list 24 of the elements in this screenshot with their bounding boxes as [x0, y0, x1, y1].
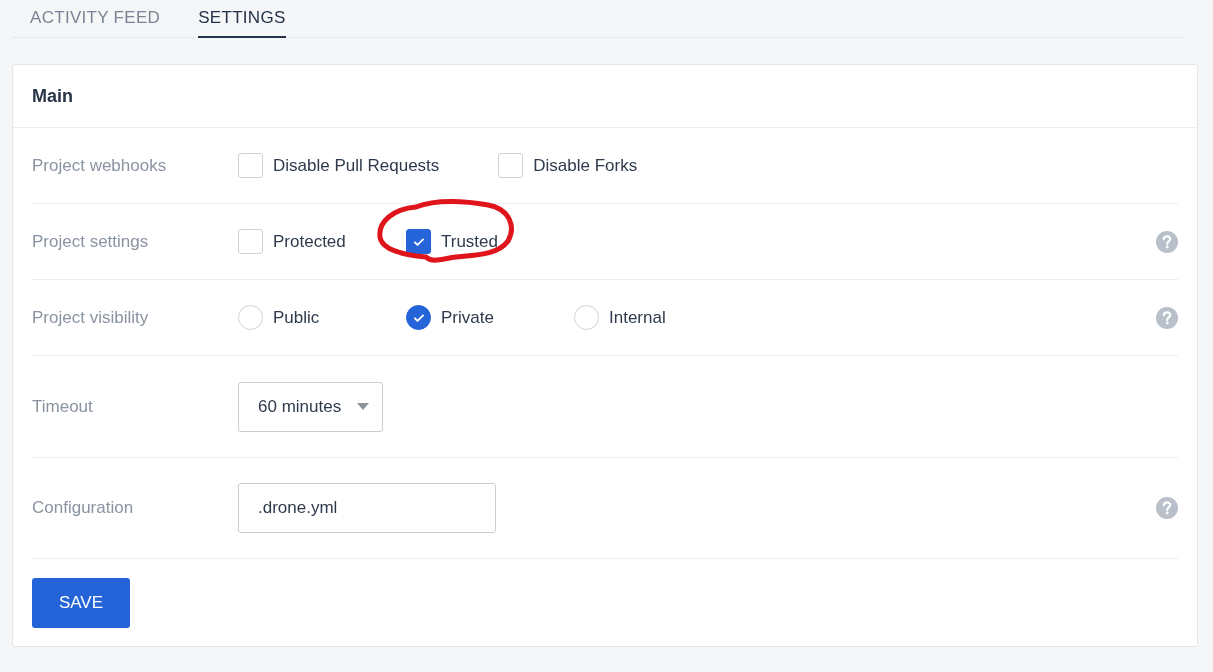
option-label: Disable Forks [533, 154, 638, 177]
option-label: Public [273, 306, 320, 329]
option-label: Disable Pull Requests [273, 154, 440, 177]
help-icon[interactable] [1156, 230, 1178, 253]
field-label: Project visibility [32, 306, 150, 329]
field-label: Project webhooks [32, 154, 168, 177]
input-field[interactable]: .drone.yml [238, 483, 496, 533]
radio-button[interactable] [406, 305, 431, 330]
option-label: Internal [609, 306, 666, 329]
timeout-dropdown[interactable]: 60 minutes [238, 381, 383, 432]
help-icon[interactable] [1156, 497, 1178, 519]
option-label: Protected [273, 230, 346, 253]
tab[interactable]: SETTINGS [198, 0, 286, 38]
field-label: Project settings [32, 230, 150, 253]
option-label: Private [441, 306, 494, 329]
checkbox[interactable] [406, 229, 431, 254]
option-label: Trusted [441, 230, 498, 253]
field-label: Timeout [32, 395, 94, 418]
tab[interactable]: ACTIVITY FEED [30, 0, 161, 38]
caret-icon [357, 403, 369, 410]
card-title: Main [32, 84, 73, 108]
save-button[interactable]: SAVE [32, 578, 130, 628]
help-icon[interactable] [1156, 306, 1178, 329]
field-label: Configuration [32, 497, 135, 520]
